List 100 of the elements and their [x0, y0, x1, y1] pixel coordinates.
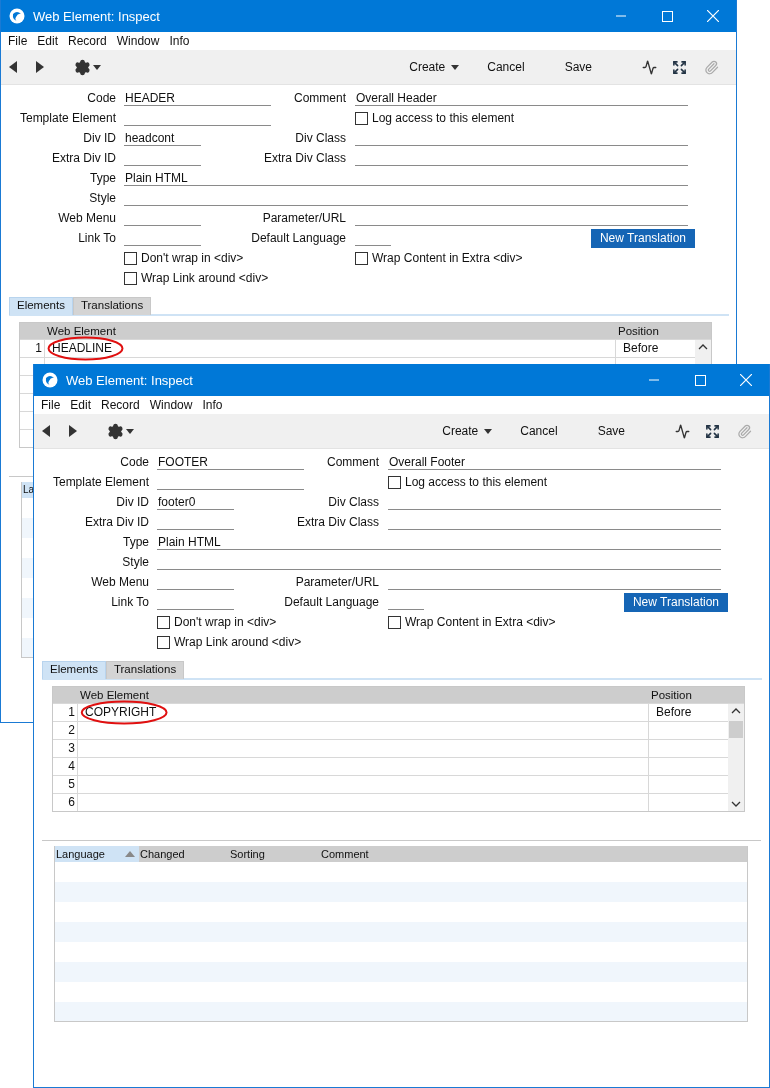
field-label: Extra Div Class	[297, 515, 380, 529]
expand-icon[interactable]	[672, 59, 687, 75]
window-title: Web Element: Inspect	[66, 372, 194, 388]
field-label: Web Menu	[90, 575, 150, 589]
save-button[interactable]: Save	[564, 60, 592, 74]
row-number: 1	[67, 704, 76, 721]
column-header[interactable]: Comment	[320, 846, 440, 862]
row-number: 5	[67, 776, 76, 793]
create-button[interactable]: Create	[442, 424, 493, 438]
row-number: 3	[67, 740, 76, 757]
cancel-button[interactable]: Cancel	[520, 424, 558, 438]
expand-icon[interactable]	[705, 423, 720, 439]
pulse-icon[interactable]	[675, 423, 690, 439]
checkbox[interactable]: Don't wrap in <div>	[124, 251, 244, 265]
checkbox[interactable]: Wrap Content in Extra <div>	[355, 251, 523, 265]
cancel-button[interactable]: Cancel	[487, 60, 525, 74]
table-cell: Before	[656, 705, 692, 719]
comment-field[interactable]: Overall Header	[355, 90, 688, 106]
menu-item[interactable]: Edit	[32, 34, 64, 48]
field-label: Web Menu	[57, 211, 117, 225]
paperclip-icon[interactable]	[704, 59, 719, 75]
caret-icon	[451, 64, 460, 70]
forward-icon[interactable]	[69, 425, 77, 437]
forward-icon[interactable]	[36, 61, 44, 73]
field-label: Parameter/URL	[295, 575, 380, 589]
create-button[interactable]: Create	[409, 60, 460, 74]
column-header[interactable]: Language	[55, 846, 139, 862]
menu-item[interactable]: Info	[197, 398, 228, 412]
field-label: Code	[119, 455, 150, 469]
new-translation-button[interactable]: New Translation	[623, 592, 728, 612]
app-logo-icon	[9, 8, 25, 24]
tab[interactable]: Translations	[105, 661, 185, 679]
back-icon[interactable]	[42, 425, 50, 437]
checkbox[interactable]: Wrap Link around <div>	[124, 271, 269, 285]
type-field[interactable]: Plain HTML	[157, 534, 721, 550]
pulse-icon[interactable]	[642, 59, 657, 75]
tab[interactable]: Elements	[42, 661, 106, 679]
maximize-icon[interactable]	[661, 10, 673, 22]
menu-item[interactable]: Record	[63, 34, 112, 48]
field-label: Parameter/URL	[262, 211, 347, 225]
paperclip-icon[interactable]	[737, 423, 752, 439]
tab[interactable]: Elements	[9, 297, 73, 315]
scroll-up-icon[interactable]	[698, 344, 708, 350]
menu-item[interactable]: Edit	[65, 398, 97, 412]
menu-item[interactable]: Info	[164, 34, 195, 48]
menu-item[interactable]: Window	[144, 398, 198, 412]
row-number: 6	[67, 794, 76, 811]
div-id-field[interactable]: footer0	[157, 494, 234, 510]
field-label: Default Language	[284, 595, 380, 609]
maximize-icon[interactable]	[694, 374, 706, 386]
sort-arrow-icon	[125, 851, 135, 857]
field-label: Div Class	[328, 495, 380, 509]
field-label: Div Class	[295, 131, 347, 145]
field-label: Default Language	[251, 231, 347, 245]
column-header[interactable]: La	[22, 482, 34, 498]
row-number: 4	[67, 758, 76, 775]
column-header: Web Element	[79, 689, 150, 701]
checkbox[interactable]: Log access to this element	[388, 475, 548, 489]
menu-item[interactable]: File	[36, 398, 66, 412]
save-button[interactable]: Save	[597, 424, 625, 438]
scroll-thumb[interactable]	[729, 721, 743, 738]
menu-item[interactable]: File	[3, 34, 33, 48]
gear-icon[interactable]	[107, 422, 134, 440]
comment-field[interactable]: Overall Footer	[388, 454, 721, 470]
checkbox[interactable]: Log access to this element	[355, 111, 515, 125]
scroll-up-icon[interactable]	[731, 708, 741, 714]
field-label: Extra Div Class	[264, 151, 347, 165]
new-translation-button[interactable]: New Translation	[590, 228, 695, 248]
field-label: Comment	[327, 455, 380, 469]
div-id-field[interactable]: headcont	[124, 130, 201, 146]
row-number: 1	[34, 340, 43, 357]
code-field[interactable]: FOOTER	[157, 454, 304, 470]
type-field[interactable]: Plain HTML	[124, 170, 688, 186]
close-icon[interactable]	[740, 374, 752, 386]
close-icon[interactable]	[707, 10, 719, 22]
field-label: Link To	[110, 595, 150, 609]
window-title: Web Element: Inspect	[33, 8, 161, 24]
field-label: Style	[88, 191, 117, 205]
scroll-down-icon[interactable]	[731, 801, 741, 807]
column-header[interactable]: Sorting	[229, 846, 320, 862]
tab[interactable]: Translations	[72, 297, 152, 315]
menu-item[interactable]: Window	[111, 34, 165, 48]
field-label: Style	[121, 555, 150, 569]
row-number: 2	[67, 722, 76, 739]
field-label: Comment	[294, 91, 347, 105]
back-icon[interactable]	[9, 61, 17, 73]
menu-item[interactable]: Record	[96, 398, 145, 412]
code-field[interactable]: HEADER	[124, 90, 271, 106]
checkbox[interactable]: Wrap Link around <div>	[157, 635, 302, 649]
caret-icon	[484, 428, 493, 434]
column-header: Position	[617, 325, 660, 337]
gear-icon[interactable]	[74, 58, 101, 76]
checkbox[interactable]: Wrap Content in Extra <div>	[388, 615, 556, 629]
field-label: Template Element	[51, 475, 150, 489]
app-logo-icon	[42, 372, 58, 388]
column-header: Web Element	[46, 325, 117, 337]
field-label: Div ID	[82, 131, 117, 145]
checkbox[interactable]: Don't wrap in <div>	[157, 615, 277, 629]
column-header[interactable]: Changed	[139, 846, 229, 862]
field-label: Type	[122, 535, 150, 549]
